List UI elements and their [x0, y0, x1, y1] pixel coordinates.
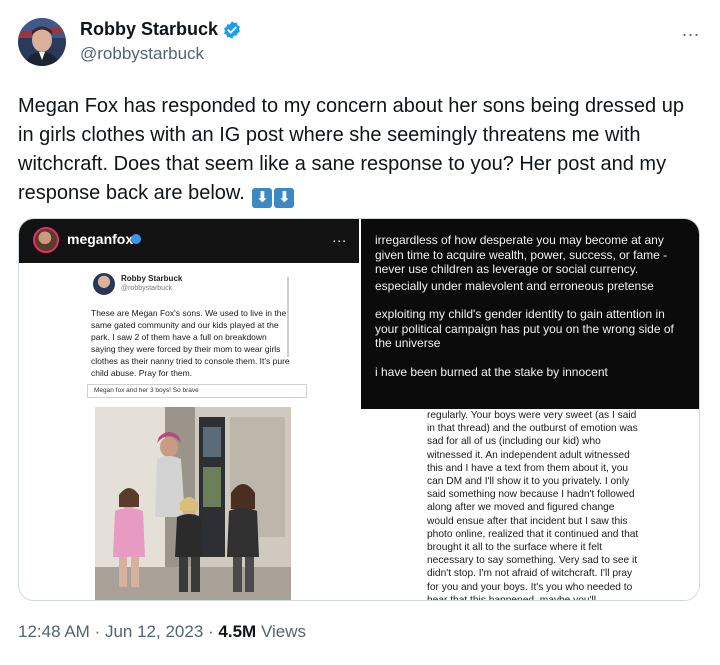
caption-paragraph: i have been burned at the stake by innoc…: [375, 364, 608, 379]
response-text: regularly. Your boys were very sweet (as…: [427, 410, 639, 601]
instagram-avatar: [33, 227, 59, 253]
scroll-indicator: [287, 277, 289, 357]
embedded-caption: Megan fox and her 3 boys! So brave: [87, 384, 307, 398]
more-options-icon[interactable]: ...: [682, 20, 700, 41]
media-image-left[interactable]: meganfox ... Robby Starbuck @robbystarbu…: [19, 219, 359, 600]
author-avatar[interactable]: [18, 18, 66, 66]
verified-badge-icon: [224, 20, 240, 39]
author-handle[interactable]: @robbystarbuck: [80, 44, 204, 64]
tweet-time[interactable]: 12:48 AM: [18, 622, 90, 641]
tweet-date[interactable]: Jun 12, 2023: [105, 622, 203, 641]
tweet-body: Megan Fox has responded to my concern ab…: [18, 95, 684, 204]
instagram-username: meganfox: [67, 231, 134, 247]
instagram-more-icon: ...: [332, 229, 347, 245]
tweet-text: Megan Fox has responded to my concern ab…: [18, 92, 694, 208]
author-display-name[interactable]: Robby Starbuck: [80, 19, 218, 40]
instagram-verified-icon: [131, 234, 141, 244]
views-label: Views: [260, 622, 306, 641]
author-name-row: Robby Starbuck: [80, 19, 242, 40]
embedded-handle: @robbystarbuck: [121, 285, 173, 292]
meta-separator: ·: [94, 622, 101, 641]
tweet-media[interactable]: meganfox ... Robby Starbuck @robbystarbu…: [18, 218, 700, 601]
embedded-avatar: [93, 273, 115, 295]
views-count: 4.5M: [218, 622, 257, 641]
family-photo: [95, 407, 291, 600]
caption-paragraph: irregardless of how desperate you may be…: [375, 233, 668, 276]
caption-paragraph: especially under malevolent and erroneou…: [375, 278, 654, 293]
caption-paragraph: exploiting my child's gender identity to…: [375, 307, 674, 350]
media-image-right[interactable]: irregardless of how desperate you may be…: [361, 219, 699, 601]
embedded-name-text: Robby Starbuck: [121, 274, 183, 283]
down-arrow-emoji-icon: ⬇: [252, 188, 273, 208]
down-arrow-emoji-icon: ⬇: [274, 188, 295, 208]
instagram-caption-text: irregardless of how desperate you may be…: [361, 219, 699, 409]
meta-separator: ·: [208, 622, 214, 641]
embedded-tweet-screenshot: Robby Starbuck @robbystarbuck These are …: [83, 267, 307, 600]
tweet: Robby Starbuck @robbystarbuck ... Megan …: [0, 0, 720, 665]
embedded-display-name: Robby Starbuck @robbystarbuck: [121, 274, 182, 294]
instagram-header: meganfox ...: [19, 219, 359, 263]
embedded-tweet-text: These are Megan Fox's sons. We used to l…: [91, 308, 290, 378]
tweet-metadata: 12:48 AM · Jun 12, 2023 · 4.5M Views: [18, 622, 306, 642]
embedded-tweet-header: Robby Starbuck @robbystarbuck: [93, 273, 182, 295]
